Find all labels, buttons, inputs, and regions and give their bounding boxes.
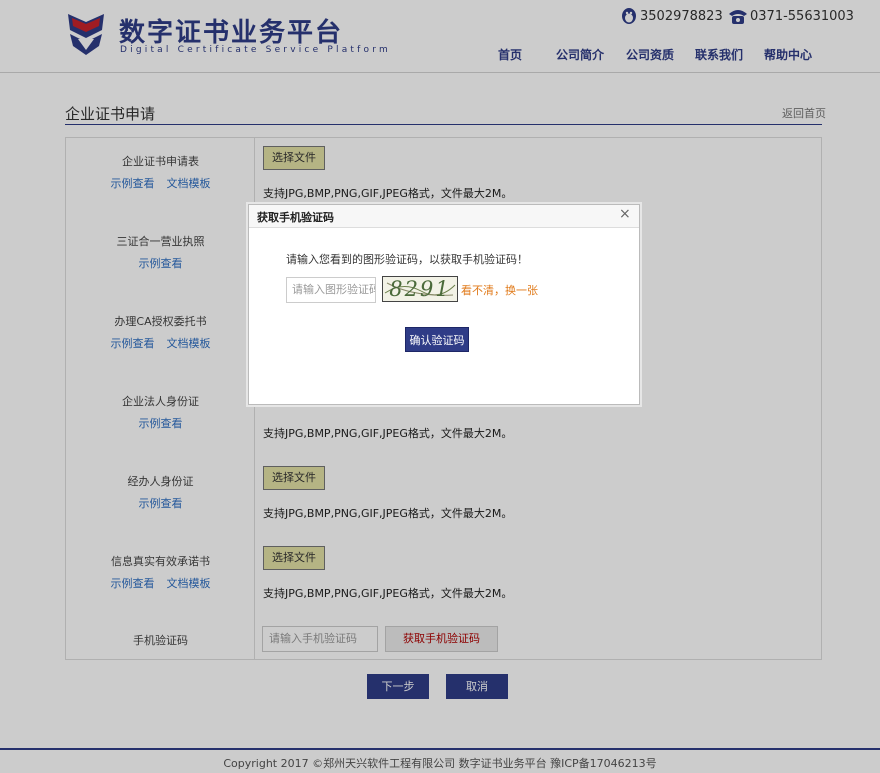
modal-title: 获取手机验证码	[257, 211, 334, 224]
captcha-refresh-link[interactable]: 看不清，换一张	[461, 282, 538, 298]
modal-message: 请输入您看到的图形验证码，以获取手机验证码！	[286, 253, 528, 266]
confirm-captcha-button[interactable]: 确认验证码	[405, 327, 469, 352]
sms-verify-modal: 获取手机验证码 × 请输入您看到的图形验证码，以获取手机验证码！ 请输入图形验证…	[248, 204, 640, 405]
modal-header: 获取手机验证码 ×	[249, 205, 639, 228]
captcha-image[interactable]: 8291	[382, 276, 458, 302]
captcha-text: 8291	[389, 277, 451, 301]
captcha-input[interactable]: 请输入图形验证码	[286, 277, 376, 303]
close-icon[interactable]: ×	[619, 206, 631, 222]
